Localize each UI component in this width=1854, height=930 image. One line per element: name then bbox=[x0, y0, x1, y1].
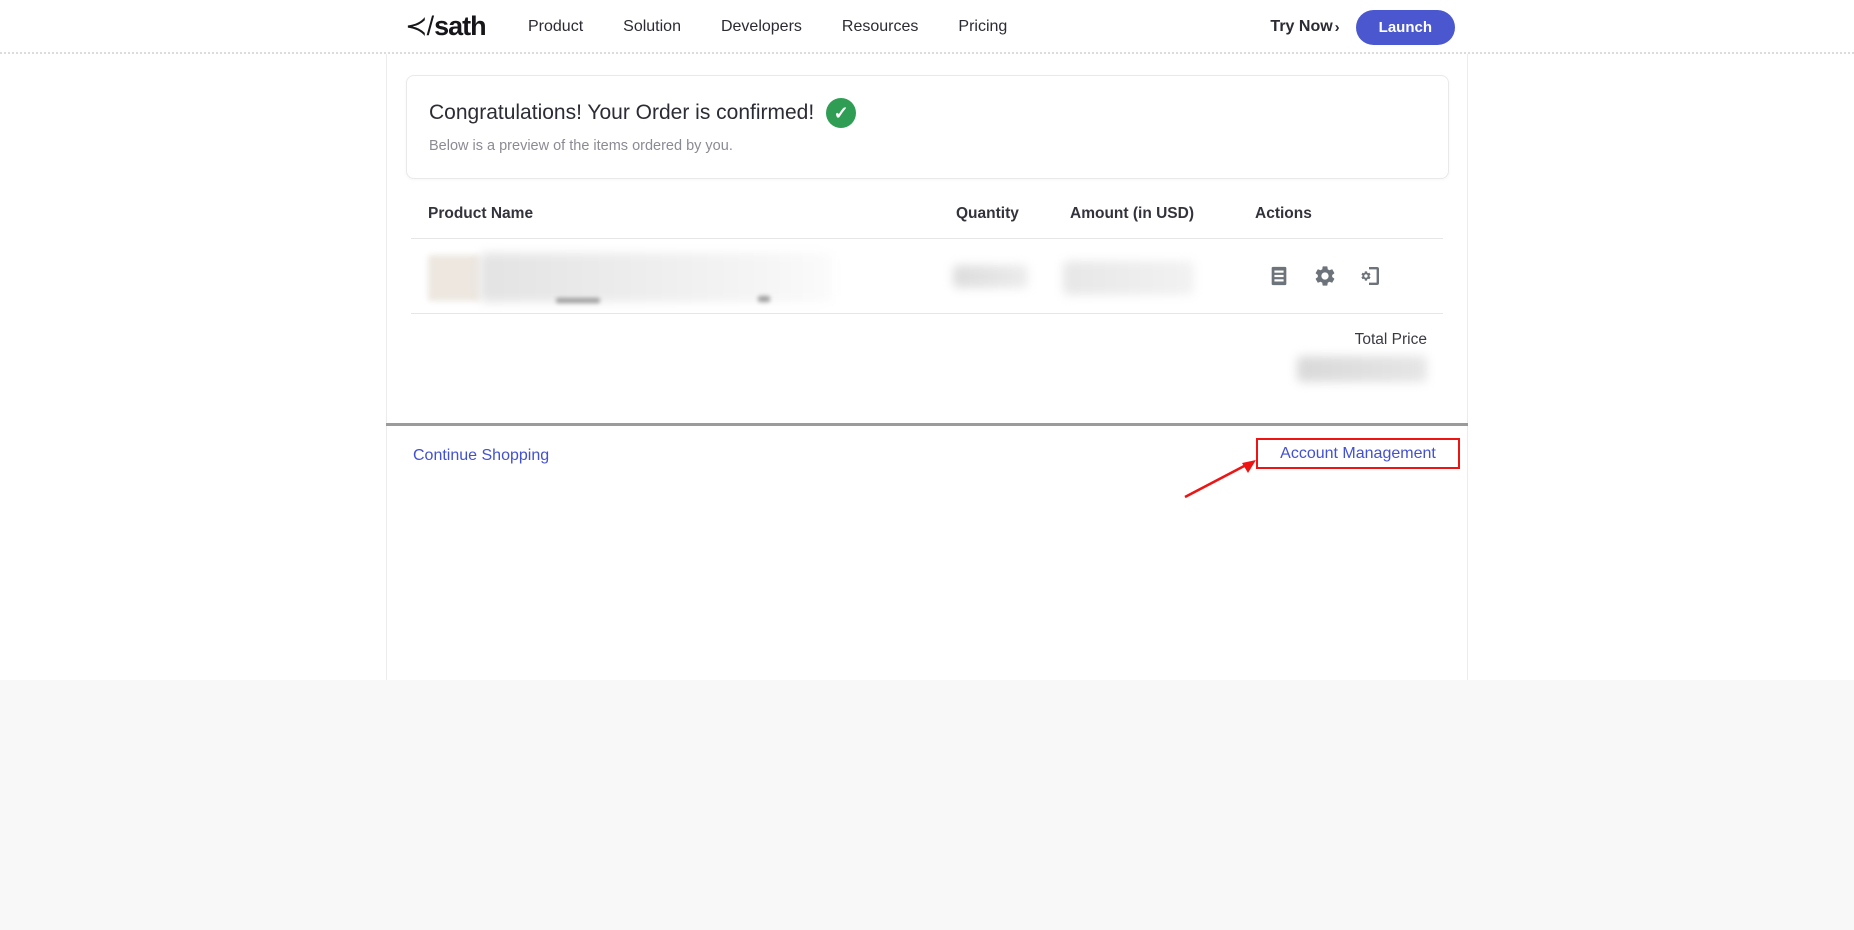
product-name-blurred bbox=[480, 253, 832, 302]
column-header-actions: Actions bbox=[1255, 205, 1312, 223]
total-price-label: Total Price bbox=[1355, 331, 1427, 349]
manage-app-button[interactable] bbox=[1358, 263, 1384, 289]
chevron-right-icon: › bbox=[1335, 19, 1340, 36]
logo-text: sath bbox=[434, 11, 486, 41]
blurred-text-smudge bbox=[556, 298, 600, 303]
list-icon bbox=[1268, 264, 1290, 288]
account-management-link[interactable]: Account Management bbox=[1280, 445, 1436, 463]
order-confirmation-card: Congratulations! Your Order is confirmed… bbox=[406, 75, 1449, 179]
nav-item-solution[interactable]: Solution bbox=[623, 18, 681, 36]
quantity-value-blurred bbox=[953, 265, 1028, 288]
row-actions bbox=[1266, 263, 1384, 289]
nav-item-pricing[interactable]: Pricing bbox=[958, 18, 1007, 36]
continue-shopping-link[interactable]: Continue Shopping bbox=[413, 447, 549, 465]
logo-mark-icon: ≺/ bbox=[405, 11, 433, 41]
nav-right-group: Try Now› Launch bbox=[1270, 0, 1455, 54]
account-management-highlight-box: Account Management bbox=[1256, 438, 1460, 469]
amount-value-blurred bbox=[1063, 261, 1194, 295]
footer: ≺/sath Give right access to right people… bbox=[0, 680, 1854, 930]
nav-item-resources[interactable]: Resources bbox=[842, 18, 918, 36]
sath-logo[interactable]: ≺/sath bbox=[405, 11, 486, 42]
column-header-product-name: Product Name bbox=[428, 205, 533, 223]
app-settings-exit-icon bbox=[1359, 264, 1383, 288]
section-bottom-divider bbox=[386, 423, 1468, 426]
table-row-divider bbox=[411, 313, 1443, 314]
content-left-border bbox=[386, 0, 387, 680]
content-right-border bbox=[1467, 0, 1468, 680]
gear-icon bbox=[1313, 264, 1337, 288]
nav-item-developers[interactable]: Developers bbox=[721, 18, 802, 36]
top-navbar: ≺/sath Product Solution Developers Resou… bbox=[0, 0, 1854, 54]
launch-button[interactable]: Launch bbox=[1356, 10, 1455, 45]
product-thumbnail-blurred bbox=[428, 255, 480, 301]
try-now-link[interactable]: Try Now› bbox=[1270, 18, 1339, 36]
order-details-button[interactable] bbox=[1266, 263, 1292, 289]
total-price-value-blurred bbox=[1297, 356, 1427, 382]
success-check-icon: ✓ bbox=[826, 98, 856, 128]
table-header-divider bbox=[411, 238, 1443, 239]
blurred-text-smudge bbox=[758, 296, 770, 302]
column-header-quantity: Quantity bbox=[956, 205, 1019, 223]
nav-menu: Product Solution Developers Resources Pr… bbox=[528, 0, 1007, 54]
nav-item-product[interactable]: Product bbox=[528, 18, 583, 36]
settings-button[interactable] bbox=[1312, 263, 1338, 289]
order-confirmation-title: Congratulations! Your Order is confirmed… bbox=[429, 98, 856, 128]
order-confirmation-subtitle: Below is a preview of the items ordered … bbox=[429, 138, 733, 154]
column-header-amount: Amount (in USD) bbox=[1070, 205, 1194, 223]
